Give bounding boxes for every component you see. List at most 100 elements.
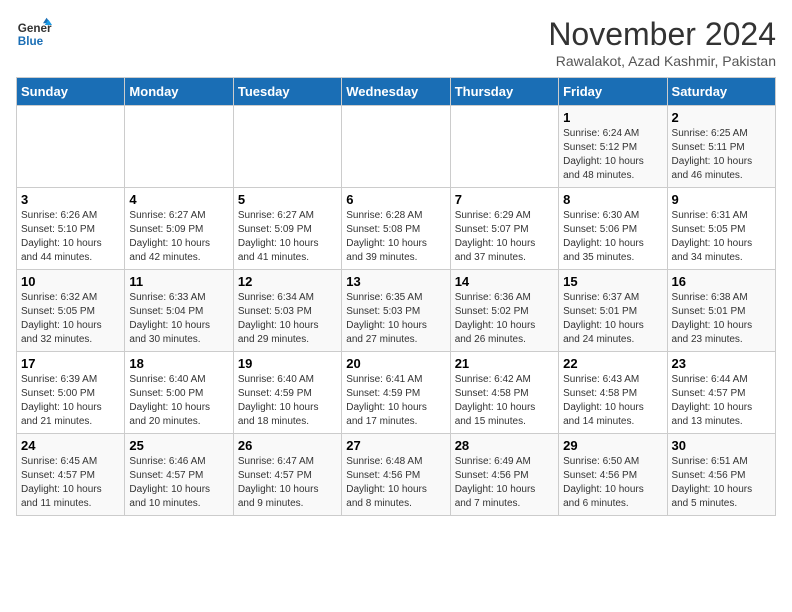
day-info: Sunrise: 6:33 AM Sunset: 5:04 PM Dayligh… bbox=[129, 291, 228, 347]
calendar-cell: 11 Sunrise: 6:33 AM Sunset: 5:04 PM Dayli… bbox=[125, 270, 233, 352]
day-info: Sunrise: 6:48 AM Sunset: 4:56 PM Dayligh… bbox=[346, 455, 445, 511]
day-info: Sunrise: 6:47 AM Sunset: 4:57 PM Dayligh… bbox=[238, 455, 337, 511]
day-number: 22 bbox=[563, 356, 662, 371]
day-number: 5 bbox=[238, 192, 337, 207]
logo-icon: General Blue bbox=[16, 16, 52, 52]
day-number: 4 bbox=[129, 192, 228, 207]
day-number: 18 bbox=[129, 356, 228, 371]
location-subtitle: Rawalakot, Azad Kashmir, Pakistan bbox=[548, 53, 776, 69]
day-number: 1 bbox=[563, 110, 662, 125]
calendar-cell: 3 Sunrise: 6:26 AM Sunset: 5:10 PM Daylig… bbox=[17, 188, 125, 270]
day-number: 29 bbox=[563, 438, 662, 453]
day-info: Sunrise: 6:43 AM Sunset: 4:58 PM Dayligh… bbox=[563, 373, 662, 429]
calendar-cell: 1 Sunrise: 6:24 AM Sunset: 5:12 PM Daylig… bbox=[559, 106, 667, 188]
day-info: Sunrise: 6:51 AM Sunset: 4:56 PM Dayligh… bbox=[672, 455, 771, 511]
day-info: Sunrise: 6:39 AM Sunset: 5:00 PM Dayligh… bbox=[21, 373, 120, 429]
calendar-cell: 6 Sunrise: 6:28 AM Sunset: 5:08 PM Daylig… bbox=[342, 188, 450, 270]
day-number: 21 bbox=[455, 356, 554, 371]
day-number: 19 bbox=[238, 356, 337, 371]
day-info: Sunrise: 6:45 AM Sunset: 4:57 PM Dayligh… bbox=[21, 455, 120, 511]
page-header: General Blue November 2024 Rawalakot, Az… bbox=[16, 16, 776, 69]
calendar-cell: 27 Sunrise: 6:48 AM Sunset: 4:56 PM Dayli… bbox=[342, 434, 450, 516]
week-row-5: 24 Sunrise: 6:45 AM Sunset: 4:57 PM Dayli… bbox=[17, 434, 776, 516]
calendar-cell bbox=[450, 106, 558, 188]
calendar-cell: 13Sunrise: 6:35 AM Sunset: 5:03 PM Dayli… bbox=[342, 270, 450, 352]
calendar-cell: 18 Sunrise: 6:40 AM Sunset: 5:00 PM Dayli… bbox=[125, 352, 233, 434]
day-number: 20 bbox=[346, 356, 445, 371]
day-number: 23 bbox=[672, 356, 771, 371]
day-number: 27 bbox=[346, 438, 445, 453]
day-info: Sunrise: 6:40 AM Sunset: 4:59 PM Dayligh… bbox=[238, 373, 337, 429]
day-info: Sunrise: 6:27 AM Sunset: 5:09 PM Dayligh… bbox=[129, 209, 228, 265]
day-number: 28 bbox=[455, 438, 554, 453]
calendar-cell: 9 Sunrise: 6:31 AM Sunset: 5:05 PM Daylig… bbox=[667, 188, 775, 270]
day-number: 17 bbox=[21, 356, 120, 371]
day-number: 14 bbox=[455, 274, 554, 289]
day-number: 25 bbox=[129, 438, 228, 453]
calendar-cell bbox=[342, 106, 450, 188]
weekday-header-sunday: Sunday bbox=[17, 78, 125, 106]
calendar-cell: 23 Sunrise: 6:44 AM Sunset: 4:57 PM Dayli… bbox=[667, 352, 775, 434]
day-number: 11 bbox=[129, 274, 228, 289]
day-info: Sunrise: 6:36 AM Sunset: 5:02 PM Dayligh… bbox=[455, 291, 554, 347]
day-info: Sunrise: 6:30 AM Sunset: 5:06 PM Dayligh… bbox=[563, 209, 662, 265]
day-info: Sunrise: 6:41 AM Sunset: 4:59 PM Dayligh… bbox=[346, 373, 445, 429]
day-number: 6 bbox=[346, 192, 445, 207]
day-info: Sunrise: 6:38 AM Sunset: 5:01 PM Dayligh… bbox=[672, 291, 771, 347]
day-info: Sunrise: 6:31 AM Sunset: 5:05 PM Dayligh… bbox=[672, 209, 771, 265]
calendar-cell: 5 Sunrise: 6:27 AM Sunset: 5:09 PM Daylig… bbox=[233, 188, 341, 270]
day-info: Sunrise: 6:32 AM Sunset: 5:05 PM Dayligh… bbox=[21, 291, 120, 347]
day-number: 7 bbox=[455, 192, 554, 207]
calendar-cell bbox=[17, 106, 125, 188]
weekday-header-row: SundayMondayTuesdayWednesdayThursdayFrid… bbox=[17, 78, 776, 106]
calendar-cell: 15 Sunrise: 6:37 AM Sunset: 5:01 PM Dayli… bbox=[559, 270, 667, 352]
calendar-cell: 14 Sunrise: 6:36 AM Sunset: 5:02 PM Dayli… bbox=[450, 270, 558, 352]
day-number: 2 bbox=[672, 110, 771, 125]
calendar-cell: 25Sunrise: 6:46 AM Sunset: 4:57 PM Dayli… bbox=[125, 434, 233, 516]
week-row-2: 3 Sunrise: 6:26 AM Sunset: 5:10 PM Daylig… bbox=[17, 188, 776, 270]
week-row-4: 17 Sunrise: 6:39 AM Sunset: 5:00 PM Dayli… bbox=[17, 352, 776, 434]
calendar-cell: 22 Sunrise: 6:43 AM Sunset: 4:58 PM Dayli… bbox=[559, 352, 667, 434]
calendar-cell bbox=[233, 106, 341, 188]
weekday-header-monday: Monday bbox=[125, 78, 233, 106]
calendar-cell: 7 Sunrise: 6:29 AM Sunset: 5:07 PM Daylig… bbox=[450, 188, 558, 270]
day-info: Sunrise: 6:42 AM Sunset: 4:58 PM Dayligh… bbox=[455, 373, 554, 429]
day-info: Sunrise: 6:26 AM Sunset: 5:10 PM Dayligh… bbox=[21, 209, 120, 265]
calendar-cell: 29 Sunrise: 6:50 AM Sunset: 4:56 PM Dayli… bbox=[559, 434, 667, 516]
calendar-cell: 19 Sunrise: 6:40 AM Sunset: 4:59 PM Dayli… bbox=[233, 352, 341, 434]
calendar-cell: 2Sunrise: 6:25 AM Sunset: 5:11 PM Daylig… bbox=[667, 106, 775, 188]
weekday-header-tuesday: Tuesday bbox=[233, 78, 341, 106]
day-number: 10 bbox=[21, 274, 120, 289]
day-info: Sunrise: 6:44 AM Sunset: 4:57 PM Dayligh… bbox=[672, 373, 771, 429]
calendar-cell: 30 Sunrise: 6:51 AM Sunset: 4:56 PM Dayli… bbox=[667, 434, 775, 516]
day-number: 9 bbox=[672, 192, 771, 207]
logo: General Blue bbox=[16, 16, 52, 52]
day-number: 12 bbox=[238, 274, 337, 289]
day-info: Sunrise: 6:27 AM Sunset: 5:09 PM Dayligh… bbox=[238, 209, 337, 265]
day-number: 30 bbox=[672, 438, 771, 453]
day-number: 8 bbox=[563, 192, 662, 207]
calendar-table: SundayMondayTuesdayWednesdayThursdayFrid… bbox=[16, 77, 776, 516]
calendar-cell bbox=[125, 106, 233, 188]
day-info: Sunrise: 6:34 AM Sunset: 5:03 PM Dayligh… bbox=[238, 291, 337, 347]
day-number: 15 bbox=[563, 274, 662, 289]
week-row-3: 10 Sunrise: 6:32 AM Sunset: 5:05 PM Dayli… bbox=[17, 270, 776, 352]
day-number: 24 bbox=[21, 438, 120, 453]
calendar-cell: 26Sunrise: 6:47 AM Sunset: 4:57 PM Dayli… bbox=[233, 434, 341, 516]
calendar-cell: 20 Sunrise: 6:41 AM Sunset: 4:59 PM Dayli… bbox=[342, 352, 450, 434]
calendar-cell: 10 Sunrise: 6:32 AM Sunset: 5:05 PM Dayli… bbox=[17, 270, 125, 352]
calendar-cell: 17 Sunrise: 6:39 AM Sunset: 5:00 PM Dayli… bbox=[17, 352, 125, 434]
day-info: Sunrise: 6:50 AM Sunset: 4:56 PM Dayligh… bbox=[563, 455, 662, 511]
month-title: November 2024 bbox=[548, 16, 776, 53]
day-info: Sunrise: 6:37 AM Sunset: 5:01 PM Dayligh… bbox=[563, 291, 662, 347]
day-info: Sunrise: 6:28 AM Sunset: 5:08 PM Dayligh… bbox=[346, 209, 445, 265]
day-info: Sunrise: 6:40 AM Sunset: 5:00 PM Dayligh… bbox=[129, 373, 228, 429]
week-row-1: 1 Sunrise: 6:24 AM Sunset: 5:12 PM Daylig… bbox=[17, 106, 776, 188]
day-info: Sunrise: 6:35 AM Sunset: 5:03 PM Dayligh… bbox=[346, 291, 445, 347]
weekday-header-thursday: Thursday bbox=[450, 78, 558, 106]
day-number: 3 bbox=[21, 192, 120, 207]
day-info: Sunrise: 6:29 AM Sunset: 5:07 PM Dayligh… bbox=[455, 209, 554, 265]
day-info: Sunrise: 6:24 AM Sunset: 5:12 PM Dayligh… bbox=[563, 127, 662, 183]
calendar-cell: 24 Sunrise: 6:45 AM Sunset: 4:57 PM Dayli… bbox=[17, 434, 125, 516]
weekday-header-wednesday: Wednesday bbox=[342, 78, 450, 106]
